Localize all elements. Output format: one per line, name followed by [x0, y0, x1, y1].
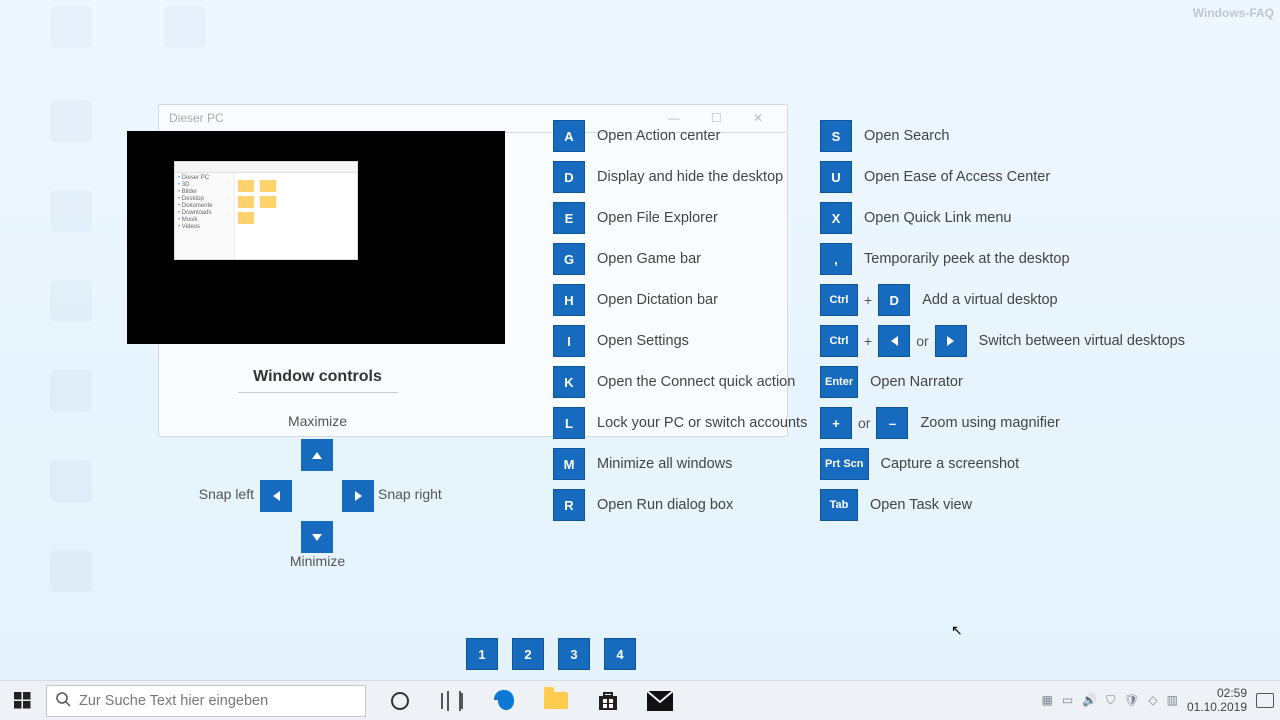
shortcuts-col-1: AOpen Action center DDisplay and hide th…: [553, 120, 807, 530]
arrow-up-button[interactable]: [301, 439, 333, 471]
key-e: E: [553, 202, 585, 234]
cortana-button[interactable]: [380, 681, 420, 720]
desktop-icon[interactable]: [36, 280, 106, 326]
key-prtscn: Prt Scn: [820, 448, 869, 480]
number-row: 1 2 3 4: [466, 638, 636, 670]
store-icon[interactable]: [588, 681, 628, 720]
shortcuts-col-2: SOpen Search UOpen Ease of Access Center…: [820, 120, 1185, 530]
key-minus: –: [876, 407, 908, 439]
tray-icon[interactable]: 🛡: [1124, 693, 1139, 707]
desktop-icon[interactable]: [36, 100, 106, 146]
key-enter: Enter: [820, 366, 858, 398]
desktop-icon[interactable]: [36, 370, 106, 416]
window-preview-thumbnail: Dieser PC3DBilderDesktopDokumenteDownloa…: [127, 131, 505, 344]
tray-icon[interactable]: ▭: [1062, 693, 1073, 707]
desktop-icon[interactable]: [150, 6, 220, 52]
key-u: U: [820, 161, 852, 193]
file-explorer-icon[interactable]: [536, 681, 576, 720]
volume-icon[interactable]: 🔊: [1082, 693, 1097, 707]
key-i: I: [553, 325, 585, 357]
key-ctrl-2: Ctrl: [820, 325, 858, 357]
key-3: 3: [558, 638, 590, 670]
key-4: 4: [604, 638, 636, 670]
tray-icon[interactable]: ▥: [1167, 693, 1178, 707]
start-button[interactable]: [0, 681, 44, 720]
key-plus: +: [820, 407, 852, 439]
arrow-down-button[interactable]: [301, 521, 333, 553]
tray-icon[interactable]: ▦: [1041, 693, 1052, 707]
system-tray: ▦ ▭ 🔊 ⛉ 🛡 ◇ ▥ 02:59 01.10.2019: [1041, 680, 1274, 720]
key-comma: ,: [820, 243, 852, 275]
watermark: Windows-FAQ: [1193, 6, 1274, 20]
window-controls-title: Window controls: [238, 368, 398, 393]
snap-left-label: Snap left: [164, 486, 254, 502]
key-s: S: [820, 120, 852, 152]
notifications-icon[interactable]: [1256, 693, 1274, 708]
search-icon: [55, 691, 71, 711]
taskbar: Zur Suche Text hier eingeben ▦ ▭ 🔊 ⛉ 🛡 ◇…: [0, 680, 1280, 720]
key-k: K: [553, 366, 585, 398]
key-1: 1: [466, 638, 498, 670]
key-left-arrow: [878, 325, 910, 357]
key-tab: Tab: [820, 489, 858, 521]
maximize-label: Maximize: [200, 413, 435, 429]
key-g: G: [553, 243, 585, 275]
desktop-icon[interactable]: [36, 6, 106, 52]
key-right-arrow: [935, 325, 967, 357]
search-input[interactable]: Zur Suche Text hier eingeben: [46, 685, 366, 717]
edge-icon[interactable]: [484, 681, 524, 720]
key-l: L: [553, 407, 585, 439]
desktop-icon[interactable]: [36, 550, 106, 596]
arrow-right-button[interactable]: [342, 480, 374, 512]
mail-icon[interactable]: [640, 681, 680, 720]
snap-right-label: Snap right: [378, 486, 468, 502]
desktop-icon[interactable]: [36, 190, 106, 236]
key-m: M: [553, 448, 585, 480]
tray-icon[interactable]: ⛉: [1106, 693, 1115, 708]
tray-icon[interactable]: ◇: [1148, 693, 1157, 707]
key-h: H: [553, 284, 585, 316]
search-placeholder: Zur Suche Text hier eingeben: [79, 693, 268, 709]
key-ctrl: Ctrl: [820, 284, 858, 316]
minimize-label: Minimize: [200, 553, 435, 569]
key-d2: D: [878, 284, 910, 316]
arrow-left-button[interactable]: [260, 480, 292, 512]
clock[interactable]: 02:59 01.10.2019: [1187, 686, 1247, 714]
key-a: A: [553, 120, 585, 152]
key-2: 2: [512, 638, 544, 670]
desktop-icon[interactable]: [36, 460, 106, 506]
task-view-button[interactable]: [432, 681, 472, 720]
key-x: X: [820, 202, 852, 234]
cursor-icon: ↖: [951, 622, 963, 639]
window-controls-panel: Window controls Maximize Snap left Snap …: [200, 368, 435, 571]
key-d: D: [553, 161, 585, 193]
key-r: R: [553, 489, 585, 521]
